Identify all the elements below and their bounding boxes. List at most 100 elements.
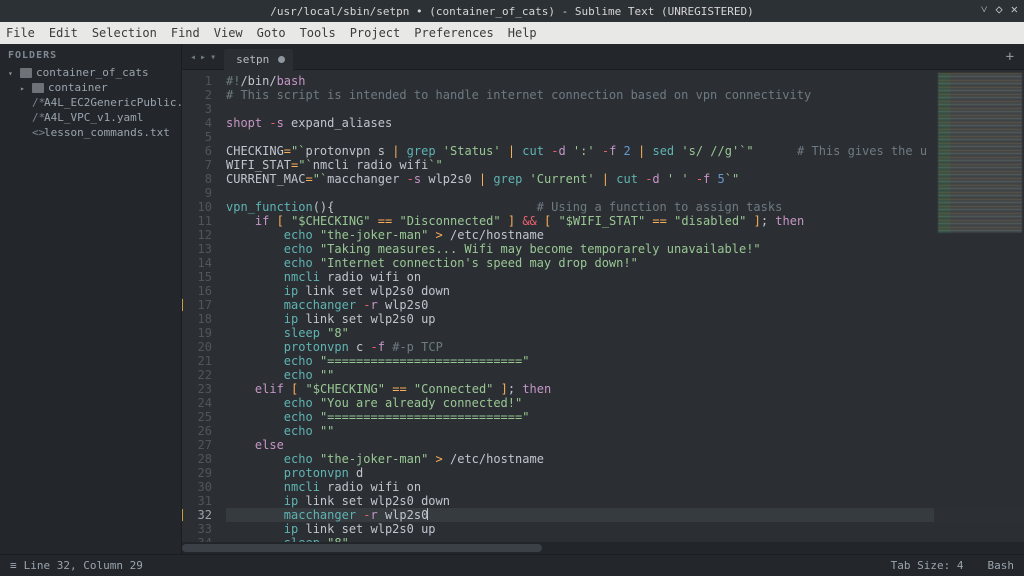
code-line[interactable]: ip link set wlp2s0 down (226, 494, 1024, 508)
code-line[interactable]: CURRENT_MAC="`macchanger -s wlp2s0 | gre… (226, 172, 1024, 186)
line-number[interactable]: 31 (182, 494, 212, 508)
sidebar-item[interactable]: container (20, 80, 181, 95)
line-number[interactable]: 7 (182, 158, 212, 172)
line-number[interactable]: 27 (182, 438, 212, 452)
code-line[interactable]: echo "the-joker-man" > /etc/hostname (226, 228, 1024, 242)
line-number[interactable]: 13 (182, 242, 212, 256)
window-minimize-icon[interactable]: ˅ (981, 2, 988, 17)
menu-help[interactable]: Help (508, 26, 537, 40)
scrollbar-thumb[interactable] (182, 544, 542, 552)
code-line[interactable]: macchanger -r wlp2s0 (226, 508, 1024, 522)
code-line[interactable]: echo "You are already connected!" (226, 396, 1024, 410)
code-line[interactable]: protonvpn c -f #-p TCP (226, 340, 1024, 354)
code-area[interactable]: #!/bin/bash# This script is intended to … (220, 70, 1024, 554)
code-line[interactable]: shopt -s expand_aliases (226, 116, 1024, 130)
code-line[interactable] (226, 130, 1024, 144)
line-number-gutter[interactable]: 1234567891011121314151617181920212223242… (182, 70, 220, 554)
code-line[interactable]: macchanger -r wlp2s0 (226, 298, 1024, 312)
line-number[interactable]: 10 (182, 200, 212, 214)
line-number[interactable]: 20 (182, 340, 212, 354)
code-line[interactable]: ip link set wlp2s0 down (226, 284, 1024, 298)
menu-file[interactable]: File (6, 26, 35, 40)
minimap[interactable] (934, 70, 1024, 554)
menu-icon[interactable]: ≡ (10, 559, 16, 572)
code-line[interactable] (226, 186, 1024, 200)
tab-setpn[interactable]: setpn (224, 49, 293, 70)
line-number[interactable]: 8 (182, 172, 212, 186)
menu-selection[interactable]: Selection (92, 26, 157, 40)
line-number[interactable]: 4 (182, 116, 212, 130)
line-number[interactable]: 12 (182, 228, 212, 242)
code-line[interactable]: echo "===========================" (226, 354, 1024, 368)
line-number[interactable]: 28 (182, 452, 212, 466)
line-number[interactable]: 24 (182, 396, 212, 410)
menu-view[interactable]: View (214, 26, 243, 40)
line-number[interactable]: 29 (182, 466, 212, 480)
code-line[interactable]: echo "===========================" (226, 410, 1024, 424)
line-number[interactable]: 11 (182, 214, 212, 228)
code-line[interactable]: else (226, 438, 1024, 452)
code-line[interactable]: nmcli radio wifi on (226, 270, 1024, 284)
status-tabsize[interactable]: Tab Size: 4 (891, 559, 964, 572)
code-line[interactable]: #!/bin/bash (226, 74, 1024, 88)
sidebar-item[interactable]: /*A4L_EC2GenericPublic.yaml (32, 95, 181, 110)
line-number[interactable]: 23 (182, 382, 212, 396)
status-syntax[interactable]: Bash (988, 559, 1015, 572)
code-line[interactable]: echo "Internet connection's speed may dr… (226, 256, 1024, 270)
window-close-icon[interactable]: ✕ (1011, 2, 1018, 17)
line-number[interactable]: 2 (182, 88, 212, 102)
status-position[interactable]: Line 32, Column 29 (24, 559, 143, 572)
code-line[interactable]: vpn_function(){ # Using a function to as… (226, 200, 1024, 214)
line-number[interactable]: 14 (182, 256, 212, 270)
menu-tools[interactable]: Tools (300, 26, 336, 40)
line-number[interactable]: 25 (182, 410, 212, 424)
horizontal-scrollbar[interactable] (182, 542, 1024, 554)
chevron-right-icon[interactable]: ▸ (200, 52, 206, 63)
line-number[interactable]: 33 (182, 522, 212, 536)
line-number[interactable]: 18 (182, 312, 212, 326)
window-maximize-icon[interactable]: ◇ (996, 2, 1003, 17)
code-line[interactable]: if [ "$CHECKING" == "Disconnected" ] && … (226, 214, 1024, 228)
menu-edit[interactable]: Edit (49, 26, 78, 40)
line-number[interactable]: 15 (182, 270, 212, 284)
line-number[interactable]: 1 (182, 74, 212, 88)
code-line[interactable]: sleep "8" (226, 326, 1024, 340)
code-line[interactable]: # This script is intended to handle inte… (226, 88, 1024, 102)
new-tab-button[interactable]: + (1006, 49, 1014, 69)
sidebar-item[interactable]: /*A4L_VPC_v1.yaml (32, 110, 181, 125)
chevron-left-icon[interactable]: ◂ (190, 52, 196, 63)
line-number[interactable]: 17 (182, 298, 212, 312)
line-number[interactable]: 30 (182, 480, 212, 494)
line-number[interactable]: 19 (182, 326, 212, 340)
code-line[interactable]: nmcli radio wifi on (226, 480, 1024, 494)
code-line[interactable]: elif [ "$CHECKING" == "Connected" ]; the… (226, 382, 1024, 396)
line-number[interactable]: 16 (182, 284, 212, 298)
code-line[interactable]: WIFI_STAT="`nmcli radio wifi`" (226, 158, 1024, 172)
chevron-right-icon[interactable] (20, 81, 28, 94)
line-number[interactable]: 6 (182, 144, 212, 158)
code-line[interactable]: protonvpn d (226, 466, 1024, 480)
line-number[interactable]: 21 (182, 354, 212, 368)
code-line[interactable]: echo "" (226, 424, 1024, 438)
menu-preferences[interactable]: Preferences (414, 26, 493, 40)
code-line[interactable]: echo "the-joker-man" > /etc/hostname (226, 452, 1024, 466)
menu-find[interactable]: Find (171, 26, 200, 40)
tab-nav-arrows[interactable]: ◂ ▸ ▾ (182, 52, 224, 69)
code-line[interactable]: CHECKING="`protonvpn s | grep 'Status' |… (226, 144, 1024, 158)
code-line[interactable]: echo "Taking measures... Wifi may become… (226, 242, 1024, 256)
menu-goto[interactable]: Goto (257, 26, 286, 40)
line-number[interactable]: 22 (182, 368, 212, 382)
code-line[interactable]: ip link set wlp2s0 up (226, 312, 1024, 326)
line-number[interactable]: 3 (182, 102, 212, 116)
chevron-down-icon[interactable] (8, 66, 16, 79)
line-number[interactable]: 32 (182, 508, 212, 522)
line-number[interactable]: 5 (182, 130, 212, 144)
chevron-down-icon[interactable]: ▾ (210, 52, 216, 63)
code-line[interactable]: ip link set wlp2s0 up (226, 522, 1024, 536)
menu-project[interactable]: Project (350, 26, 401, 40)
code-line[interactable] (226, 102, 1024, 116)
code-line[interactable]: echo "" (226, 368, 1024, 382)
sidebar-project-root[interactable]: container_of_cats (8, 65, 181, 80)
line-number[interactable]: 26 (182, 424, 212, 438)
line-number[interactable]: 9 (182, 186, 212, 200)
